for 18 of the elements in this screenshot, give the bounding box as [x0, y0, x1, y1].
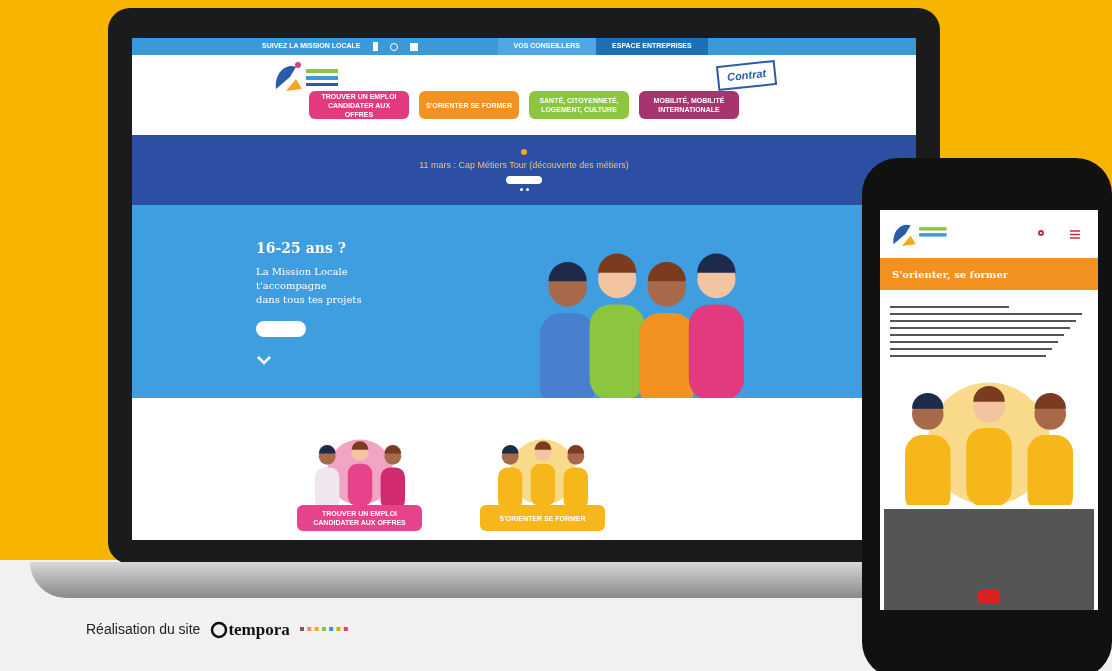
banner-title: 11 mars : Cap Métiers Tour (découverte des métiers)	[419, 158, 629, 172]
contract-badge: Contrat	[715, 60, 778, 91]
chevron-down-icon[interactable]	[256, 355, 272, 365]
hero-text: La Mission Locale t'accompagne dans tous tes projets	[256, 265, 362, 307]
linkedin-icon[interactable]	[409, 42, 418, 51]
location-icon[interactable]	[1038, 229, 1044, 236]
page-title: S'orienter, se former	[892, 267, 1009, 282]
play-icon[interactable]	[978, 590, 1000, 604]
colored-dots-drawing	[299, 627, 350, 633]
hero-title: 16-25 ans ?	[256, 239, 347, 258]
discover-button[interactable]	[506, 176, 542, 185]
circle-logo-icon	[210, 620, 229, 639]
sun-icon	[521, 148, 527, 155]
facebook-icon[interactable]	[372, 42, 378, 51]
brand-name: tempora	[228, 619, 290, 641]
learn-more-button[interactable]	[256, 321, 306, 337]
menu-icon[interactable]	[1070, 229, 1080, 239]
credit-text: Réalisation du site	[86, 620, 201, 640]
